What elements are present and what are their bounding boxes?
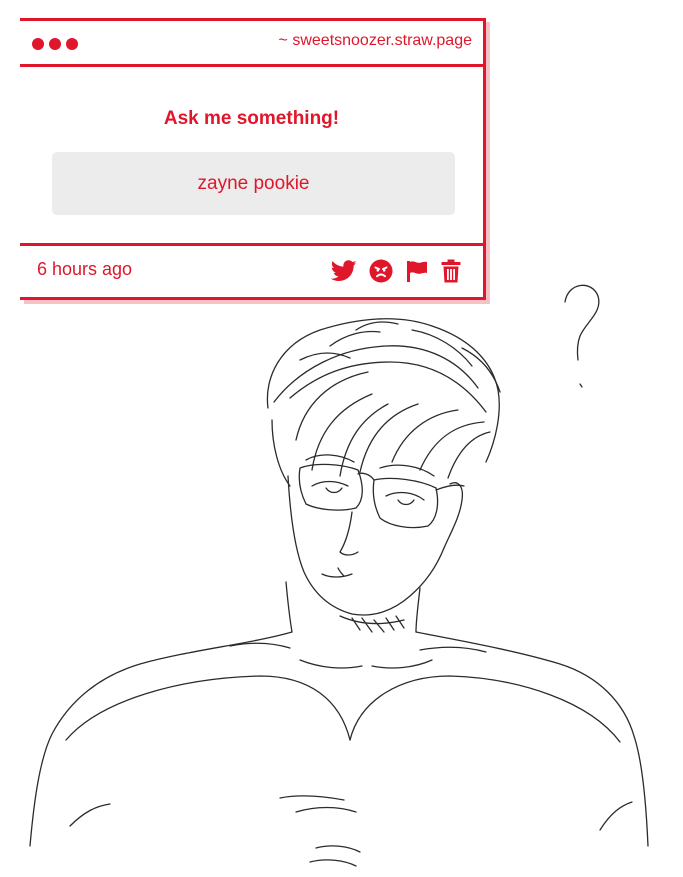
sketch-drawing [29, 284, 649, 867]
question-mark [564, 284, 600, 361]
screenshot-canvas: ~ sweetsnoozer.straw.page Ask me somethi… [0, 0, 683, 877]
question-dot [579, 383, 583, 388]
